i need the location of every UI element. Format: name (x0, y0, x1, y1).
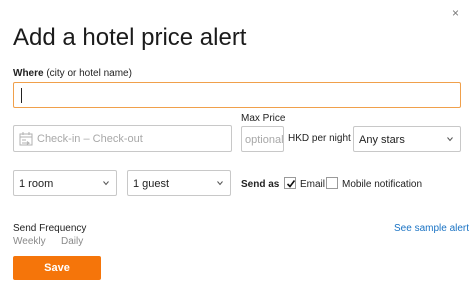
stars-select-value: Any stars (359, 134, 405, 146)
date-range-placeholder: Check-in – Check-out (37, 133, 143, 145)
date-range-field[interactable]: Check-in – Check-out (13, 125, 232, 152)
where-label-hint: (city or hotel name) (46, 68, 132, 79)
calendar-icon (19, 132, 33, 146)
max-price-label: Max Price (241, 113, 286, 124)
send-frequency-label: Send Frequency (13, 223, 87, 234)
see-sample-alert-link[interactable]: See sample alert (394, 223, 469, 234)
stars-select[interactable]: Any stars (353, 126, 461, 152)
email-checkbox[interactable] (284, 177, 296, 189)
chevron-down-icon (447, 137, 453, 142)
checkmark-icon (286, 180, 296, 188)
send-as-label: Send as (241, 179, 280, 190)
where-label-bold: Where (13, 68, 44, 79)
where-input[interactable] (13, 82, 461, 108)
currency-label: HKD per night (288, 133, 351, 144)
save-button[interactable]: Save (13, 256, 101, 280)
email-label[interactable]: Email (300, 179, 325, 190)
mobile-notification-label[interactable]: Mobile notification (342, 179, 422, 190)
guests-select[interactable]: 1 guest (127, 170, 231, 196)
mobile-notification-checkbox[interactable] (326, 177, 338, 189)
rooms-select[interactable]: 1 room (13, 170, 117, 196)
chevron-down-icon (103, 181, 109, 186)
where-label: Where (city or hotel name) (13, 68, 132, 79)
chevron-down-icon (217, 181, 223, 186)
max-price-input[interactable]: optional (241, 126, 284, 152)
text-caret (21, 88, 22, 103)
rooms-select-value: 1 room (19, 178, 54, 190)
guests-select-value: 1 guest (133, 178, 170, 190)
dialog-title: Add a hotel price alert (13, 24, 247, 51)
price-alert-dialog: Add a hotel price alert × Where (city or… (0, 0, 474, 294)
frequency-option-daily[interactable]: Daily (61, 236, 83, 247)
frequency-option-weekly[interactable]: Weekly (13, 236, 46, 247)
close-icon[interactable]: × (452, 6, 459, 20)
